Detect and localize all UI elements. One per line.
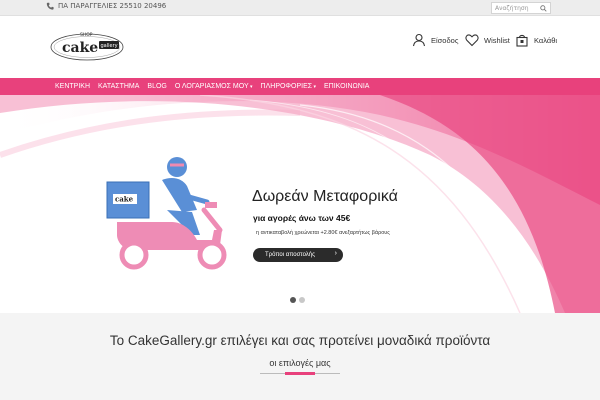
phone-icon bbox=[46, 2, 54, 10]
login-label: Είσοδος bbox=[431, 35, 459, 45]
shipping-methods-button-label: Τρόποι αποστολής bbox=[265, 252, 316, 258]
nav-item-blog[interactable]: BLOG bbox=[147, 83, 166, 90]
search-input[interactable]: Αναζήτηση bbox=[491, 2, 551, 14]
cart-label: Καλάθι bbox=[534, 35, 558, 45]
chevron-down-icon: ▾ bbox=[248, 84, 253, 90]
nav-item-account-label: Ο ΛΟΓΑΡΙΑΣΜΟΣ ΜΟΥ bbox=[174, 83, 249, 90]
tagline-section: Το CakeGallery.gr επιλέγει και σας προτε… bbox=[0, 313, 600, 400]
delivery-scooter-illustration: cake bbox=[106, 157, 227, 270]
search-placeholder: Αναζήτηση bbox=[495, 4, 529, 12]
cart-bag-icon bbox=[516, 34, 528, 47]
wishlist-label: Wishlist bbox=[484, 35, 510, 45]
nav-item-info-label: ΠΛΗΡΟΦΟΡΙΕΣ bbox=[260, 83, 313, 90]
nav-item-info[interactable]: ΠΛΗΡΟΦΟΡΙΕΣ ▾ bbox=[261, 83, 316, 90]
slider-dots bbox=[290, 297, 305, 303]
box-logo-text: cake bbox=[115, 195, 134, 204]
nav-item-account[interactable]: Ο ΛΟΓΑΡΙΑΣΜΟΣ ΜΟΥ ▾ bbox=[175, 83, 253, 90]
hero-slider[interactable]: cake Δωρεάν Μεταφορικά για αγορές άνω τω… bbox=[0, 95, 600, 313]
top-bar: ΠΑ ΠΑΡΑΓΓΕΛΙΕΣ 25510 20496 Αναζήτηση bbox=[0, 0, 600, 16]
phone-info: ΠΑ ΠΑΡΑΓΓΕΛΙΕΣ 25510 20496 bbox=[46, 2, 166, 10]
user-icon bbox=[412, 33, 426, 47]
cart-link[interactable]: Καλάθι bbox=[515, 33, 557, 47]
slider-dot-1[interactable] bbox=[290, 297, 296, 303]
shipping-methods-button[interactable]: Τρόποι αποστολής › bbox=[253, 248, 343, 262]
wishlist-link[interactable]: Wishlist bbox=[465, 33, 510, 47]
tagline-text: Το CakeGallery.gr επιλέγει και σας προτε… bbox=[109, 333, 491, 348]
nav-item-contact[interactable]: ΕΠΙΚΟΙΝΩΝΙΑ bbox=[324, 83, 369, 90]
login-link[interactable]: Είσοδος bbox=[412, 33, 458, 47]
heart-icon bbox=[465, 34, 479, 47]
phone-text: ΠΑ ΠΑΡΑΓΓΕΛΙΕΣ 25510 20496 bbox=[58, 2, 167, 10]
logo-top-text: SHOP bbox=[80, 32, 93, 38]
chevron-down-icon: ▾ bbox=[312, 84, 316, 90]
main-nav: ΚΕΝΤΡΙΚΗ ΚΑΤΑΣΤΗΜΑ BLOG Ο ΛΟΓΑΡΙΑΣΜΟΣ ΜΟ… bbox=[0, 78, 600, 95]
section-title: οι επιλογές μας bbox=[269, 358, 331, 368]
hero-subtitle: για αγορές άνω των 45€ bbox=[253, 213, 351, 223]
search-icon[interactable] bbox=[540, 5, 547, 12]
nav-item-home[interactable]: ΚΕΝΤΡΙΚΗ bbox=[55, 83, 90, 90]
logo-main-text: cake bbox=[62, 40, 98, 56]
hero-title: Δωρεάν Μεταφορικά bbox=[252, 188, 398, 205]
nav-item-shop[interactable]: ΚΑΤΑΣΤΗΜΑ bbox=[98, 83, 139, 90]
site-header: SHOP cake gallery Είσοδος Wishlist Καλάθ… bbox=[0, 17, 600, 77]
cakegallery-logo[interactable]: SHOP cake gallery bbox=[47, 28, 127, 64]
hero-note: η αντικαταβολή χρεώνεται +2.80€ ανεξαρτή… bbox=[256, 230, 390, 236]
chevron-right-icon: › bbox=[334, 250, 337, 257]
logo-sub-text: gallery bbox=[101, 43, 118, 49]
section-divider-accent bbox=[285, 372, 315, 375]
slider-dot-2[interactable] bbox=[299, 297, 305, 303]
